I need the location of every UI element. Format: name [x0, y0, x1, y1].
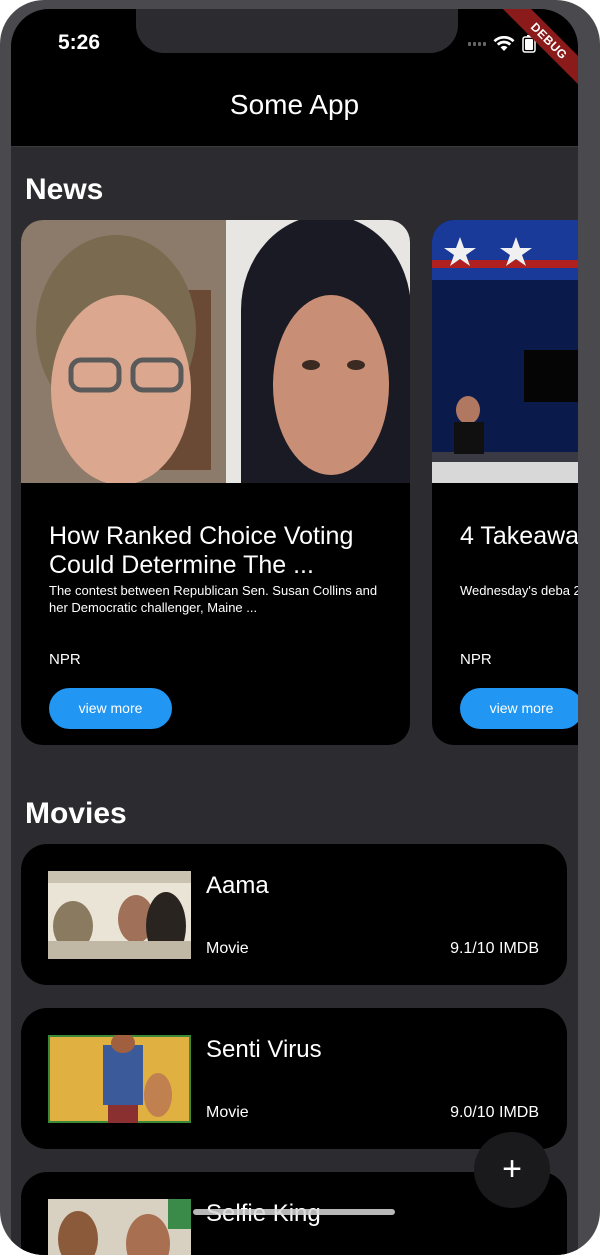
app-screen: 5:26 DEBUG Some App News How Ranked Choi… — [11, 9, 578, 1255]
movie-title: Senti Virus — [206, 1036, 322, 1063]
device-notch — [136, 9, 458, 53]
news-section-title: News — [25, 173, 104, 206]
app-bar: 5:26 DEBUG Some App — [11, 9, 578, 147]
news-source: NPR — [49, 651, 81, 668]
movie-poster — [48, 1035, 191, 1123]
news-description: Wednesday's deba 2020 standards, w — [460, 583, 578, 598]
news-headline: How Ranked Choice Voting Could Determine… — [49, 522, 354, 579]
movies-section-title: Movies — [25, 797, 127, 830]
movie-title: Aama — [206, 872, 269, 899]
movie-card[interactable]: Aama Movie 9.1/10 IMDB — [21, 844, 567, 985]
device-frame: 5:26 DEBUG Some App News How Ranked Choi… — [0, 0, 600, 1255]
movie-card[interactable]: Senti Virus Movie 9.0/10 IMDB — [21, 1008, 567, 1149]
movie-type: Movie — [206, 940, 249, 957]
movie-rating: 9.0/10 IMDB — [450, 1104, 539, 1121]
view-more-button[interactable]: view more — [460, 688, 578, 729]
status-icons — [468, 35, 536, 53]
news-description: The contest between Republican Sen. Susa… — [49, 583, 378, 615]
news-card[interactable]: 4 Takeawa Pence - Ka Wednesday's deba 20… — [432, 220, 578, 745]
app-title: Some App — [229, 89, 360, 120]
cellular-signal-icon — [468, 42, 486, 46]
movie-rating: 9.1/10 IMDB — [450, 940, 539, 957]
news-image — [432, 220, 578, 483]
status-time: 5:26 — [58, 31, 101, 54]
movie-poster — [48, 871, 191, 959]
news-headline: 4 Takeawa Pence - Ka — [460, 522, 578, 550]
wifi-icon — [493, 36, 515, 51]
news-image — [21, 220, 410, 483]
news-source: NPR — [460, 651, 492, 668]
add-fab-button[interactable]: + — [474, 1132, 550, 1208]
news-card[interactable]: How Ranked Choice Voting Could Determine… — [21, 220, 410, 745]
movie-poster — [48, 1199, 191, 1255]
view-more-button[interactable]: view more — [49, 688, 172, 729]
home-indicator[interactable] — [193, 1209, 395, 1215]
movie-type: Movie — [206, 1104, 249, 1121]
